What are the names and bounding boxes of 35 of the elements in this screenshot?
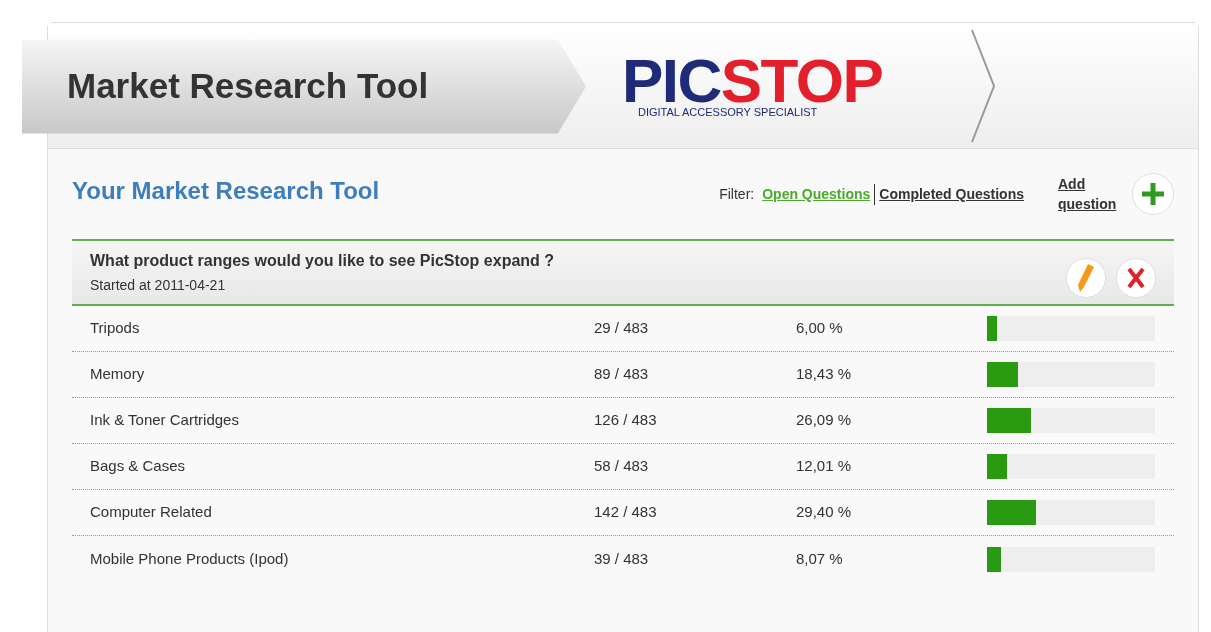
question-date: Started at 2011-04-21 (90, 276, 227, 295)
vote-count: 89 / 483 (594, 364, 650, 385)
page-title: Your Market Research Tool (72, 176, 381, 206)
vote-count: 142 / 483 (594, 502, 658, 523)
logo-tagline: DIGITAL ACCESSORY SPECIALIST (638, 106, 819, 118)
delete-button[interactable] (1116, 257, 1156, 298)
chevron-icon (970, 27, 997, 144)
filter-link[interactable]: Completed Questions (874, 183, 1024, 205)
vote-percent: 6,00 % (796, 318, 844, 339)
vote-percent: 18,43 % (796, 364, 853, 385)
answer-label: Ink & Toner Cartridges (90, 410, 240, 431)
answer-label: Computer Related (90, 502, 213, 523)
plus-icon (1140, 181, 1166, 207)
answer-label: Memory (90, 364, 146, 385)
edit-button[interactable] (1066, 257, 1106, 298)
answer-label: Mobile Phone Products (Ipod) (90, 548, 290, 569)
vote-percent: 26,09 % (796, 410, 853, 431)
logo-text: STOP (720, 53, 883, 109)
logo-text: PIC (622, 53, 721, 109)
app-title: Market Research Tool (67, 65, 429, 108)
add-button[interactable] (1132, 173, 1174, 215)
vote-count: 39 / 483 (594, 548, 650, 569)
vote-count: 29 / 483 (594, 318, 650, 339)
vote-percent: 29,40 % (796, 502, 853, 523)
vote-count: 58 / 483 (594, 456, 650, 477)
vote-percent: 12,01 % (796, 456, 853, 477)
answer-label: Tripods (90, 318, 141, 339)
add-question-link[interactable]: Add question (1058, 174, 1132, 214)
close-icon (1126, 266, 1146, 289)
vote-percent: 8,07 % (796, 548, 844, 569)
pencil-icon (1077, 262, 1095, 293)
vote-count: 126 / 483 (594, 410, 658, 431)
filter-label: Filter: (719, 184, 755, 204)
question-title: What product ranges would you like to see PicStop expand ? (90, 251, 556, 271)
answer-label: Bags & Cases (90, 456, 187, 477)
